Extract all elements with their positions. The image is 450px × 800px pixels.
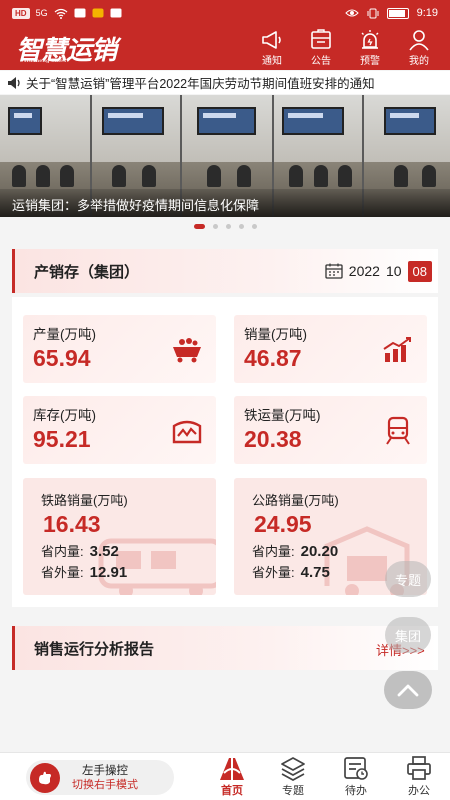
speaker-icon [8, 76, 20, 89]
report-title: 销售运行分析报告 [34, 640, 155, 658]
battery-icon [386, 7, 409, 19]
user-icon [409, 30, 429, 51]
profile-button[interactable]: 我的 [402, 29, 436, 67]
group-float-button[interactable]: 集团 [385, 617, 431, 653]
layers-icon [281, 757, 305, 781]
production-section-header: 产销存（集团） 2022 10 08 [12, 249, 438, 293]
carousel-dot[interactable] [193, 224, 205, 229]
notice-button[interactable]: 通知 [255, 29, 289, 67]
announcement-label: 公告 [311, 56, 331, 67]
warning-button[interactable]: 预警 [353, 29, 387, 67]
month-label: 10 [385, 263, 402, 279]
nav-topic-label: 专题 [282, 785, 304, 797]
bullhorn-icon [262, 31, 281, 49]
rail-sales-value: 16.43 [43, 511, 101, 537]
status-bar: HD 5G 9:19 [0, 0, 450, 26]
rail-sales-card[interactable]: 铁路销量(万吨) 16.43 省内量: 3.52 省外量: 12.91 [23, 478, 216, 595]
road-out-label: 省外量: [252, 565, 295, 580]
date-picker[interactable]: 2022 10 08 [325, 260, 432, 282]
nav-home-label: 首页 [221, 785, 243, 797]
hand-mode-switch: 切换右手模式 [72, 778, 138, 791]
road-in-value: 20.20 [300, 543, 339, 560]
rail-in-label: 省内量: [41, 544, 84, 559]
nav-office[interactable]: 办公 [394, 755, 444, 798]
hand-mode-title: 左手操控 [82, 764, 128, 777]
inbox-icon [311, 29, 331, 49]
mail-icon [110, 8, 122, 18]
output-card[interactable]: 产量(万吨) 65.94 [23, 315, 216, 383]
profile-label: 我的 [409, 56, 429, 67]
road-sales-label: 公路销量(万吨) [252, 493, 339, 508]
year-label: 2022 [348, 263, 380, 279]
vibrate-icon [367, 8, 379, 18]
bottom-nav: 左手操控 切换右手模式 首页 专题 待办 办公 [0, 752, 450, 800]
train-icon [386, 416, 410, 445]
hand-icon [30, 762, 60, 793]
notice-label: 通知 [262, 56, 282, 67]
nav-topic[interactable]: 专题 [268, 755, 318, 798]
report-section-header: 销售运行分析报告 [12, 626, 438, 670]
carousel-dot[interactable] [251, 224, 257, 229]
carousel-dots [0, 224, 450, 229]
rail-sales-label: 铁路销量(万吨) [41, 493, 128, 508]
carrier-badge: HD [12, 7, 30, 19]
road-out-value: 4.75 [300, 564, 330, 581]
wifi-icon [54, 8, 67, 19]
hand-mode-toggle[interactable]: 左手操控 切换右手模式 [26, 760, 174, 795]
todo-icon [344, 757, 368, 780]
road-in-label: 省内量: [252, 544, 295, 559]
mine-cart-icon [173, 338, 201, 363]
nav-home[interactable]: 首页 [207, 755, 257, 798]
carousel-dot[interactable] [225, 224, 231, 229]
nav-todo-label: 待办 [345, 785, 367, 797]
bar-chart-icon [383, 337, 411, 362]
calendar-icon [325, 263, 343, 279]
eye-icon [344, 9, 359, 17]
road-sales-value: 24.95 [254, 511, 312, 537]
announcement-button[interactable]: 公告 [304, 29, 338, 67]
message-icon [74, 8, 86, 18]
status-time: 9:19 [416, 7, 438, 19]
app-logo: 智慧运销 Huaneng Sales [16, 30, 117, 67]
printer-icon [407, 756, 431, 780]
nav-todo[interactable]: 待办 [331, 755, 381, 798]
chevron-up-icon [397, 684, 419, 697]
rail-transport-card[interactable]: 铁运量(万吨) 20.38 [234, 396, 427, 464]
news-carousel[interactable]: 运销集团：多举措做好疫情期间信息化保障 [0, 95, 450, 217]
app-notify-icon [92, 8, 104, 18]
signal-label: 5G [35, 8, 48, 18]
alarm-icon [361, 30, 379, 49]
back-to-top-button[interactable] [384, 671, 432, 709]
app-header: HD 5G 9:19 智慧运销 Huaneng Sales 通知 公告 预警 我… [0, 0, 450, 70]
logo-subtitle: Huaneng Sales [24, 57, 67, 64]
carousel-caption: 运销集团：多举措做好疫情期间信息化保障 [0, 189, 450, 217]
notice-marquee[interactable]: 关于“智慧运销”管理平台2022年国庆劳动节期间值班安排的通知 [0, 71, 450, 94]
rail-in-value: 3.52 [89, 543, 119, 560]
rail-out-label: 省外量: [41, 565, 84, 580]
rail-out-value: 12.91 [89, 564, 128, 581]
notice-text: 关于“智慧运销”管理平台2022年国庆劳动节期间值班安排的通知 [26, 77, 375, 91]
production-title: 产销存（集团） [34, 263, 140, 281]
month-select[interactable]: 08 [407, 260, 432, 282]
carousel-dot[interactable] [212, 224, 218, 229]
warning-label: 预警 [360, 56, 380, 67]
warehouse-chart-icon [172, 420, 202, 444]
sales-card[interactable]: 销量(万吨) 46.87 [234, 315, 427, 383]
production-panel: 产量(万吨) 65.94 销量(万吨) 46.87 库存(万吨) 95.21 铁… [12, 297, 438, 607]
topic-float-button[interactable]: 专题 [385, 561, 431, 597]
home-road-icon [220, 758, 244, 780]
nav-office-label: 办公 [408, 785, 430, 797]
carousel-dot[interactable] [238, 224, 244, 229]
inventory-card[interactable]: 库存(万吨) 95.21 [23, 396, 216, 464]
